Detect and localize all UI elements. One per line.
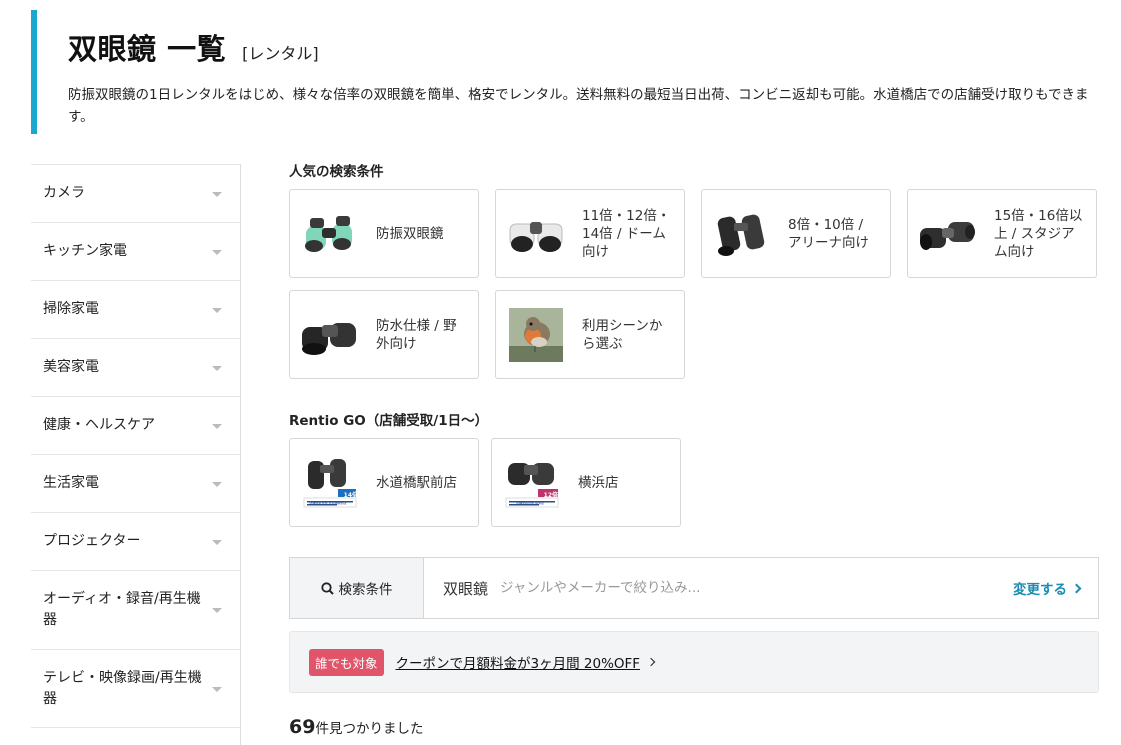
- page-description: 防振双眼鏡の1日レンタルをはじめ、様々な倍率の双眼鏡を簡単、格安でレンタル。送料…: [68, 87, 1089, 125]
- result-count-number: 69: [289, 716, 316, 738]
- chevron-right-icon: [1071, 583, 1082, 593]
- condition-card-label: 8倍・10倍 / アリーナ向け: [788, 216, 869, 251]
- condition-card-scene[interactable]: 利用シーンから選ぶ: [495, 290, 685, 379]
- condition-card-label: 防水仕様 / 野外向け: [376, 317, 457, 352]
- search-condition-bar: 検索条件 双眼鏡 変更する: [289, 557, 1099, 619]
- condition-card-label: 利用シーンから選ぶ: [582, 317, 663, 352]
- binoculars-black-icon: [300, 307, 360, 363]
- sidebar-item-kitchen[interactable]: キッチン家電: [31, 222, 240, 280]
- condition-card-label: 15倍・16倍以上 / スタジアム向け: [994, 207, 1083, 260]
- title-tag: [レンタル]: [242, 44, 319, 63]
- store-card-label: 横浜店: [578, 474, 619, 491]
- sidebar-item-label: キッチン家電: [43, 243, 127, 259]
- store-caption: 店舗受取専用 横浜店: [516, 500, 544, 505]
- search-condition-label: 検索条件: [338, 582, 393, 598]
- coupon-link[interactable]: クーポンで月額料金が3ヶ月間 20%OFF: [396, 652, 641, 672]
- search-icon: [320, 581, 334, 595]
- store-card-label: 水道橋駅前店: [376, 474, 457, 491]
- caret-down-icon: [212, 686, 222, 692]
- sidebar-item-tv[interactable]: テレビ・映像録画/再生機器: [31, 649, 240, 728]
- caret-down-icon: [212, 307, 222, 313]
- sidebar-item-living[interactable]: 生活家電: [31, 454, 240, 512]
- condition-card-label: 防振双眼鏡: [376, 225, 444, 242]
- store-card-yokohama[interactable]: 12倍 店舗受取専用 横浜店 横浜店: [491, 438, 681, 527]
- coupon-badge: 誰でも対象: [309, 648, 384, 676]
- rentio-go-section-title: Rentio GO（店舗受取/1日～）: [289, 413, 489, 429]
- change-condition-button[interactable]: 変更する: [1013, 578, 1082, 598]
- sidebar-item-label: カメラ: [43, 185, 85, 201]
- condition-card-stadium[interactable]: 15倍・16倍以上 / スタジアム向け: [907, 189, 1097, 278]
- page-title: 双眼鏡 一覧: [68, 32, 227, 66]
- sidebar-item-beauty[interactable]: 美容家電: [31, 338, 240, 396]
- condition-card-dome[interactable]: 11倍・12倍・14倍 / ドーム向け: [495, 189, 685, 278]
- page-header: 双眼鏡 一覧 [レンタル] 防振双眼鏡の1日レンタルをはじめ、様々な倍率の双眼鏡…: [31, 10, 1111, 134]
- sidebar-item-audio[interactable]: オーディオ・録音/再生機器: [31, 570, 240, 649]
- caret-down-icon: [212, 608, 222, 613]
- sidebar-item-label: オーディオ・録音/再生機器: [43, 591, 201, 628]
- store-binoculars-icon: 14倍 店舗受取専用 水道橋駅前店: [300, 455, 360, 511]
- caret-down-icon: [212, 365, 222, 371]
- sidebar-item-label: プロジェクター: [43, 533, 141, 549]
- result-count: 69件見つかりました: [289, 716, 423, 738]
- store-binoculars-icon: 12倍 店舗受取専用 横浜店: [502, 455, 562, 511]
- caret-down-icon: [212, 481, 222, 487]
- popular-conditions: 防振双眼鏡 11倍・12倍・14倍 / ドーム向け 8倍・10倍 / アリーナ向…: [289, 189, 1109, 379]
- condition-card-waterproof[interactable]: 防水仕様 / 野外向け: [289, 290, 479, 379]
- caret-down-icon: [212, 191, 222, 197]
- result-count-suffix: 件見つかりました: [315, 721, 424, 737]
- sidebar-item-label: 掃除家電: [43, 301, 99, 317]
- search-input[interactable]: [500, 580, 921, 596]
- condition-card-stabilized[interactable]: 防振双眼鏡: [289, 189, 479, 278]
- sidebar-item-cleaning[interactable]: 掃除家電: [31, 280, 240, 338]
- binoculars-black-icon: [712, 206, 772, 262]
- sidebar-item-projector[interactable]: プロジェクター: [31, 512, 240, 570]
- magnification-badge: 14倍: [343, 491, 358, 499]
- magnification-badge: 12倍: [543, 491, 558, 499]
- bird-photo: [506, 307, 566, 363]
- sidebar-item-label: 生活家電: [43, 475, 99, 491]
- chevron-right-icon: [646, 657, 656, 667]
- binoculars-black-icon: [918, 206, 978, 262]
- change-condition-label: 変更する: [1013, 582, 1067, 598]
- popular-section-title: 人気の検索条件: [289, 164, 384, 180]
- sidebar-item-label: 健康・ヘルスケア: [43, 417, 155, 433]
- sidebar-item-label: 美容家電: [43, 359, 99, 375]
- main-content: 人気の検索条件 防振双眼鏡 11倍・12倍・14倍 / ドーム向け 8倍・10倍…: [289, 160, 1099, 527]
- store-card-suidobashi[interactable]: 14倍 店舗受取専用 水道橋駅前店 水道橋駅前店: [289, 438, 479, 527]
- caret-down-icon: [212, 423, 222, 429]
- caret-down-icon: [212, 539, 222, 545]
- caret-down-icon: [212, 249, 222, 255]
- search-condition-button[interactable]: 検索条件: [290, 558, 424, 618]
- binoculars-white-icon: [506, 206, 566, 262]
- sidebar-item-health[interactable]: 健康・ヘルスケア: [31, 396, 240, 454]
- rentio-go-stores: 14倍 店舗受取専用 水道橋駅前店 水道橋駅前店 12倍 店舗受取専用 横浜店: [289, 438, 1099, 527]
- condition-card-label: 11倍・12倍・14倍 / ドーム向け: [582, 207, 671, 260]
- coupon-banner: 誰でも対象 クーポンで月額料金が3ヶ月間 20%OFF: [289, 631, 1099, 693]
- binoculars-mint-icon: [300, 206, 360, 262]
- store-caption: 店舗受取専用 水道橋駅前店: [309, 500, 347, 505]
- sidebar-item-camera[interactable]: カメラ: [31, 164, 240, 222]
- title-row: 双眼鏡 一覧 [レンタル]: [68, 26, 1111, 68]
- search-category-value: 双眼鏡: [443, 579, 489, 598]
- sidebar-item-label: テレビ・映像録画/再生機器: [43, 669, 202, 707]
- category-sidebar: カメラ キッチン家電 掃除家電 美容家電 健康・ヘルスケア 生活家電 プロジェク…: [31, 164, 241, 745]
- condition-card-arena[interactable]: 8倍・10倍 / アリーナ向け: [701, 189, 891, 278]
